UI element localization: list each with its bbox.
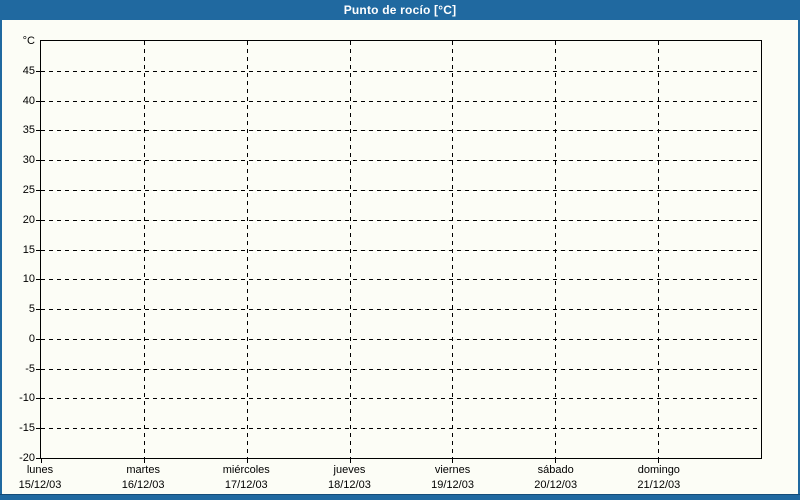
chart-title: Punto de rocío [°C] — [343, 3, 457, 17]
horizontal-gridline — [41, 189, 761, 191]
x-axis-tick — [349, 458, 351, 463]
horizontal-gridline — [41, 70, 761, 72]
x-axis-tick — [246, 458, 248, 463]
vertical-gridline — [555, 41, 557, 458]
horizontal-gridline — [41, 398, 761, 400]
horizontal-gridline — [41, 279, 761, 281]
horizontal-gridline — [41, 249, 761, 251]
x-axis-tick — [143, 458, 145, 463]
weather-chart-window: Punto de rocío [°C] °C 45 40 35 30 25 20 15 10 5 0… — [0, 0, 800, 500]
y-tick-label: 25 — [22, 183, 35, 196]
y-tick-label: 40 — [22, 94, 35, 107]
horizontal-gridline — [41, 368, 761, 370]
y-tick-label: 5 — [28, 303, 35, 316]
y-tick-label: 45 — [22, 64, 35, 77]
y-tick-label: -10 — [19, 392, 35, 405]
window-frame-bottom — [0, 494, 800, 500]
vertical-gridline — [658, 41, 660, 458]
y-tick-label: -20 — [19, 452, 35, 464]
horizontal-gridline — [41, 160, 761, 162]
x-date-label: 18/12/03 — [328, 479, 371, 491]
x-day-label: sábado — [537, 464, 574, 476]
vertical-gridline — [349, 41, 351, 458]
horizontal-gridline — [41, 219, 761, 221]
horizontal-gridline — [41, 309, 761, 311]
x-date-label: 16/12/03 — [121, 479, 165, 491]
vertical-gridline — [452, 41, 454, 458]
y-tick-label: 30 — [22, 154, 35, 167]
x-date-label: 20/12/03 — [534, 479, 578, 491]
x-axis-tick — [658, 458, 660, 463]
y-tick-label: -15 — [19, 422, 35, 435]
x-date-label: 17/12/03 — [224, 479, 268, 491]
y-tick-label: 10 — [22, 273, 35, 286]
x-date-label: 15/12/03 — [18, 479, 62, 491]
x-day-label: martes — [126, 464, 160, 476]
horizontal-gridline — [41, 130, 761, 132]
window-frame-left — [0, 20, 2, 500]
y-tick-label: -5 — [25, 362, 35, 375]
x-day-label: jueves — [333, 464, 366, 476]
plot-area: °C 45 40 35 30 25 20 15 10 5 0 -5 -10 -15 -20 — [19, 35, 762, 464]
y-axis-unit-label: °C — [22, 35, 35, 47]
x-day-label: miércoles — [222, 464, 270, 476]
vertical-gridline — [246, 41, 248, 458]
x-day-label: domingo — [637, 464, 680, 476]
y-tick-label: 15 — [22, 243, 35, 256]
x-axis-tick — [555, 458, 557, 463]
x-day-label: lunes — [26, 464, 54, 476]
horizontal-gridline — [41, 338, 761, 340]
y-tick-label: 0 — [28, 332, 35, 345]
vertical-gridline — [143, 41, 145, 458]
x-date-label: 21/12/03 — [637, 479, 681, 491]
y-tick-label: 35 — [22, 124, 35, 137]
chart-title-bar: Punto de rocío [°C] — [0, 0, 800, 20]
x-day-label: viernes — [434, 464, 471, 476]
x-date-label: 19/12/03 — [431, 479, 474, 491]
x-axis-tick — [41, 458, 42, 463]
y-tick-label: 20 — [22, 213, 35, 226]
horizontal-gridline — [41, 100, 761, 102]
horizontal-gridline — [41, 428, 761, 430]
x-axis-tick — [452, 458, 454, 463]
